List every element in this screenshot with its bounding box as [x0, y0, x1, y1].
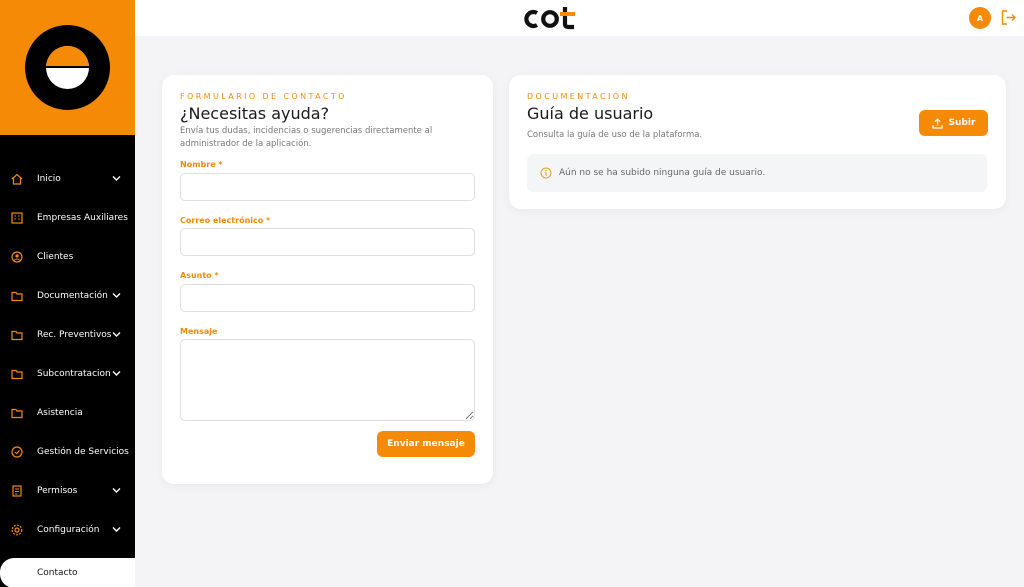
- sidebar-item-label: Asistencia: [37, 407, 83, 418]
- subject-input[interactable]: [180, 284, 475, 312]
- contact-form-description: Envía tus dudas, incidencias o sugerenci…: [180, 126, 433, 149]
- upload-icon: [931, 117, 943, 129]
- sidebar-item-label: Configuración: [37, 524, 100, 535]
- sidebar-item-clientes[interactable]: Clientes: [0, 237, 135, 276]
- subject-label: Asunto *: [180, 271, 219, 280]
- user-avatar[interactable]: A: [969, 7, 991, 29]
- message-label: Mensaje: [180, 327, 218, 336]
- home-icon: [10, 172, 24, 186]
- chevron-down-icon[interactable]: [112, 487, 121, 494]
- sidebar-item-label: Gestión de Servicios: [37, 446, 129, 457]
- sidebar-item-gestion-servicios[interactable]: Gestión de Servicios: [0, 432, 135, 471]
- empty-guide-notice: Aún no se ha subido ninguna guía de usua…: [527, 154, 987, 192]
- top-bar: cot A: [135, 0, 1024, 36]
- building-icon: [10, 211, 24, 225]
- sidebar-item-label: Permisos: [37, 485, 78, 496]
- sidebar-item-label: Documentación: [37, 290, 108, 301]
- documentation-description: Consulta la guía de uso de la plataforma…: [527, 130, 703, 140]
- sidebar-item-permisos[interactable]: Permisos: [0, 471, 135, 510]
- logout-icon[interactable]: [1000, 9, 1017, 26]
- sidebar-item-label: Clientes: [37, 251, 74, 262]
- upload-button-label: Subir: [948, 118, 976, 128]
- clients-icon: [10, 250, 24, 264]
- contact-form-card: Formulario de contacto ¿Necesitas ayuda?…: [162, 75, 493, 484]
- chevron-down-icon[interactable]: [112, 526, 121, 533]
- documentation-eyebrow: Documentación: [527, 92, 630, 101]
- info-icon: [540, 167, 552, 179]
- sidebar-item-contacto[interactable]: Contacto: [0, 558, 135, 587]
- sidebar-item-documentacion[interactable]: Documentación: [0, 276, 135, 315]
- chevron-down-icon[interactable]: [112, 370, 121, 377]
- sidebar-item-rec-preventivos[interactable]: Rec. Preventivos: [0, 315, 135, 354]
- sidebar-item-asistencia[interactable]: Asistencia: [0, 393, 135, 432]
- send-message-button[interactable]: Enviar mensaje: [377, 431, 475, 457]
- document-icon: [10, 484, 24, 498]
- chevron-down-icon[interactable]: [112, 175, 121, 182]
- sidebar-item-label: Inicio: [37, 173, 61, 184]
- sidebar-logo-area: [0, 0, 135, 135]
- sidebar-item-label: Rec. Preventivos: [37, 329, 112, 340]
- email-label: Correo electrónico *: [180, 216, 271, 225]
- sidebar-item-inicio[interactable]: Inicio: [0, 159, 135, 198]
- documentation-card: Documentación Guía de usuario Consulta l…: [509, 75, 1006, 209]
- sidebar-nav: Inicio Empresas Auxiliares Clientes Docu…: [0, 159, 135, 587]
- email-input[interactable]: [180, 228, 475, 256]
- contact-form-title: ¿Necesitas ayuda?: [180, 104, 330, 123]
- folder-icon: [10, 406, 24, 420]
- chevron-down-icon[interactable]: [112, 331, 121, 338]
- sidebar-item-subcontratacion[interactable]: Subcontratacion: [0, 354, 135, 393]
- gear-icon: [10, 523, 24, 537]
- services-icon: [10, 445, 24, 459]
- chevron-down-icon[interactable]: [112, 292, 121, 299]
- name-label: Nombre *: [180, 160, 223, 169]
- sidebar: Inicio Empresas Auxiliares Clientes Docu…: [0, 0, 135, 587]
- name-input[interactable]: [180, 173, 475, 201]
- documentation-title: Guía de usuario: [527, 104, 654, 123]
- message-textarea[interactable]: [180, 339, 475, 421]
- sidebar-item-empresas-auxiliares[interactable]: Empresas Auxiliares: [0, 198, 135, 237]
- sidebar-item-label: Empresas Auxiliares: [37, 212, 128, 223]
- sidebar-item-label: Subcontratacion: [37, 368, 111, 379]
- folder-icon: [10, 328, 24, 342]
- folder-icon: [10, 367, 24, 381]
- contact-form-eyebrow: Formulario de contacto: [180, 92, 347, 101]
- app-logo[interactable]: [25, 25, 110, 110]
- folder-icon: [10, 289, 24, 303]
- brand-logo[interactable]: cot: [523, 5, 581, 31]
- upload-button[interactable]: Subir: [919, 110, 988, 136]
- sidebar-item-label: Contacto: [37, 568, 78, 578]
- empty-guide-notice-text: Aún no se ha subido ninguna guía de usua…: [559, 168, 766, 178]
- sidebar-item-configuracion[interactable]: Configuración: [0, 510, 135, 549]
